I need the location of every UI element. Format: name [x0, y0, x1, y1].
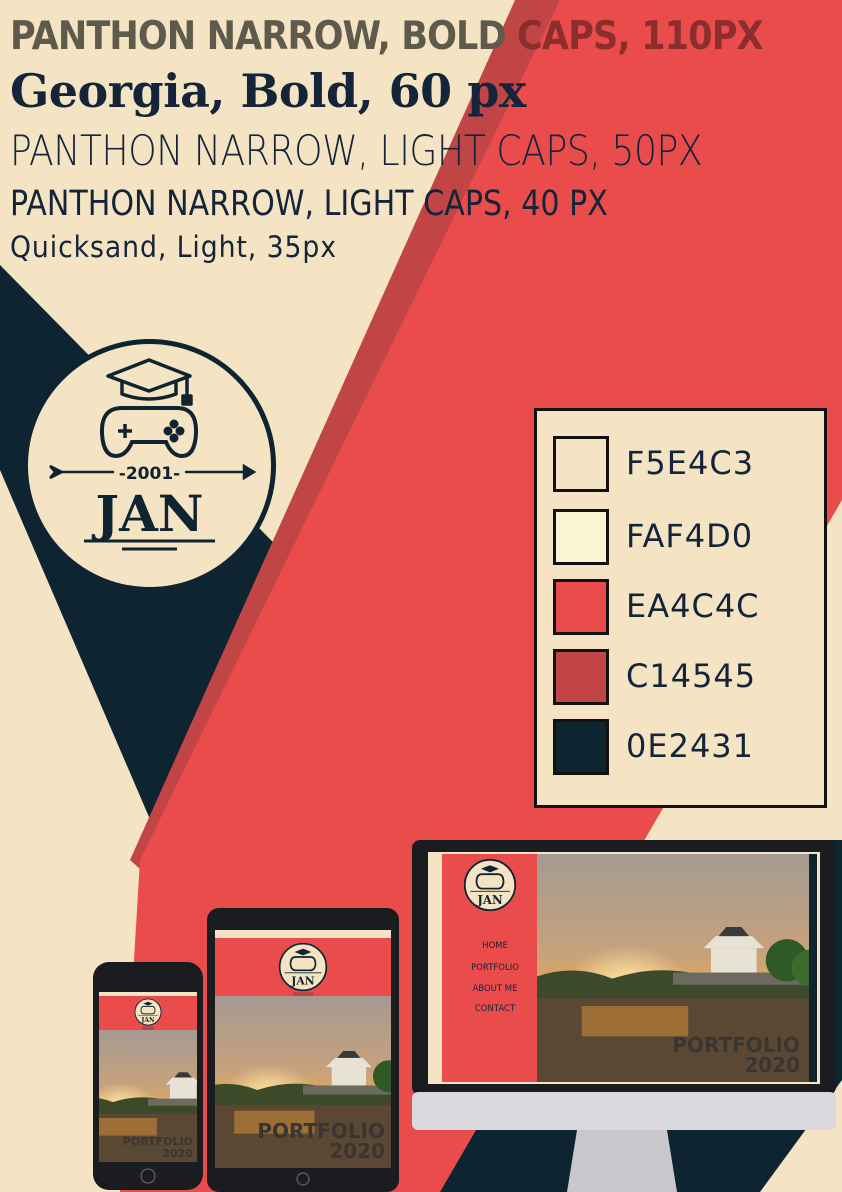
monitor-stand: [567, 1130, 677, 1192]
typography-line-bold-caps: PANTHON NARROW, BOLD CAPS, 110PX: [10, 14, 764, 59]
palette-row-2: FAF4D0: [553, 509, 813, 569]
typography-line-light-caps-50: PANTHON NARROW, LIGHT CAPS, 50PX: [10, 126, 703, 175]
site-nav-portfolio[interactable]: PORTFOLIO: [471, 963, 519, 973]
swatch-label: 0E2431: [626, 727, 755, 765]
site-nav-about[interactable]: ABOUT ME: [472, 984, 517, 994]
swatch-faf4d0: [553, 509, 609, 565]
phone-portfolio-year: 2020: [162, 1147, 193, 1160]
logo-name: JAN: [91, 484, 203, 543]
jan-logo: -2001- JAN: [23, 339, 276, 592]
logo-year: -2001-: [119, 464, 180, 484]
typography-line-bold-caps-part2: CAPS, 110PX: [517, 14, 764, 59]
site-nav-home[interactable]: HOME: [482, 941, 508, 951]
typography-line-quicksand: Quicksand, Light, 35px: [10, 230, 337, 264]
swatch-label: C14545: [626, 657, 757, 695]
typography-line-bold-caps-part1: PANTHON NARROW, BOLD: [10, 14, 518, 59]
swatch-label: EA4C4C: [626, 587, 760, 625]
swatch-label: FAF4D0: [626, 517, 754, 555]
palette-row-1: F5E4C3: [553, 436, 813, 496]
phone-mockup: PORTFOLIO 2020: [93, 962, 203, 1190]
color-palette: F5E4C3 FAF4D0 EA4C4C C14545 0E2431: [534, 408, 827, 808]
tablet-mockup: PORTFOLIO 2020: [207, 908, 399, 1192]
swatch-ea4c4c: [553, 579, 609, 635]
monitor-chin: [412, 1092, 836, 1130]
desktop-mockup: HOME PORTFOLIO ABOUT ME CONTACT PORTFOLI…: [412, 840, 836, 1192]
typography-line-light-caps-40: PANTHON NARROW, LIGHT CAPS, 40 PX: [10, 184, 608, 224]
swatch-label: F5E4C3: [626, 444, 755, 482]
palette-row-3: EA4C4C: [553, 579, 813, 639]
palette-row-4: C14545: [553, 649, 813, 709]
site-nav-contact[interactable]: CONTACT: [475, 1004, 516, 1014]
tablet-portfolio-year: 2020: [329, 1139, 385, 1163]
swatch-f5e4c3: [553, 436, 609, 492]
swatch-0e2431: [553, 719, 609, 775]
desktop-portfolio-year: 2020: [744, 1053, 800, 1077]
swatch-c14545: [553, 649, 609, 705]
typography-line-georgia: Georgia, Bold, 60 px: [10, 64, 526, 118]
palette-row-5: 0E2431: [553, 719, 813, 779]
